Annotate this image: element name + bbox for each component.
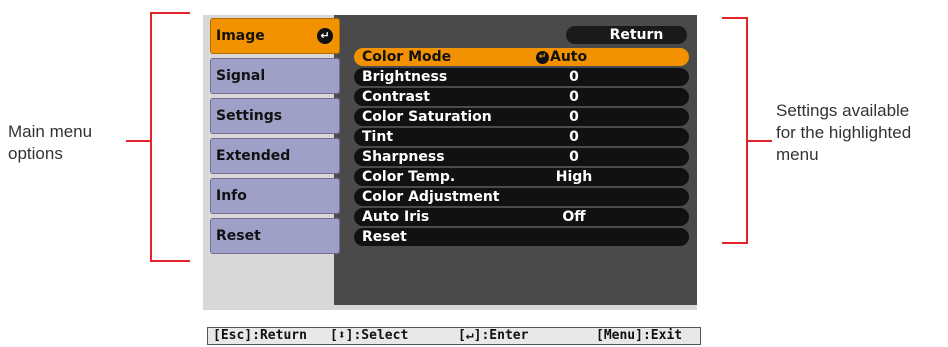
setting-label: Brightness xyxy=(362,69,448,85)
setting-value: 0 xyxy=(569,69,579,85)
setting-row-color-adjustment[interactable]: Color Adjustment xyxy=(354,188,689,206)
help-select: [⬍]:Select xyxy=(330,328,409,343)
main-menu-label: Signal xyxy=(216,68,266,84)
main-menu-label: Extended xyxy=(216,148,291,164)
setting-row-sharpness[interactable]: Sharpness 0 xyxy=(354,148,689,166)
setting-value: 0 xyxy=(569,129,579,145)
main-menu-item-signal[interactable]: Signal xyxy=(210,58,340,94)
right-bracket-top xyxy=(722,17,748,19)
setting-row-brightness[interactable]: Brightness 0 xyxy=(354,68,689,86)
setting-label: Color Temp. xyxy=(362,169,456,185)
main-menu-item-reset[interactable]: Reset xyxy=(210,218,340,254)
enter-icon: ↵ xyxy=(536,50,549,64)
enter-icon: ↵ xyxy=(317,28,333,44)
left-bracket-connector xyxy=(126,140,152,142)
help-exit: [Menu]:Exit xyxy=(596,328,683,343)
annotation-line: options xyxy=(8,144,63,163)
setting-label: Color Adjustment xyxy=(362,189,500,205)
settings-annotation: Settings available for the highlighted m… xyxy=(776,100,911,166)
main-menu-item-image[interactable]: Image ↵ xyxy=(210,18,340,54)
annotation-line: Settings available xyxy=(776,101,910,120)
setting-label: Color Mode xyxy=(362,49,452,65)
setting-label: Contrast xyxy=(362,89,430,105)
main-menu-item-extended[interactable]: Extended xyxy=(210,138,340,174)
setting-label: Color Saturation xyxy=(362,109,492,125)
setting-value: High xyxy=(555,169,593,185)
annotation-line: for the highlighted xyxy=(776,123,912,142)
annotation-line: menu xyxy=(776,145,819,164)
help-return: [Esc]:Return xyxy=(213,328,307,343)
setting-row-color-temp[interactable]: Color Temp. High xyxy=(354,168,689,186)
setting-value: Off xyxy=(562,209,586,225)
setting-row-color-mode[interactable]: Color Mode ↵ Auto xyxy=(354,48,689,66)
setting-row-tint[interactable]: Tint 0 xyxy=(354,128,689,146)
setting-row-reset[interactable]: Reset xyxy=(354,228,689,246)
setting-value: 0 xyxy=(569,109,579,125)
setting-label: Sharpness xyxy=(362,149,445,165)
main-menu-item-settings[interactable]: Settings xyxy=(210,98,340,134)
help-bar: [Esc]:Return [⬍]:Select [↵]:Enter [Menu]… xyxy=(207,327,701,345)
main-menu-label: Reset xyxy=(216,228,261,244)
setting-label: Tint xyxy=(362,129,394,145)
setting-label: Reset xyxy=(362,229,407,245)
right-bracket-bottom xyxy=(722,242,748,244)
right-bracket-vertical xyxy=(746,17,748,244)
setting-value: 0 xyxy=(569,89,579,105)
main-menu-annotation: Main menu options xyxy=(8,121,92,165)
help-enter: [↵]:Enter xyxy=(458,328,529,343)
left-bracket-top xyxy=(150,12,190,14)
main-menu-label: Settings xyxy=(216,108,283,124)
setting-row-color-saturation[interactable]: Color Saturation 0 xyxy=(354,108,689,126)
annotation-line: Main menu xyxy=(8,122,93,141)
left-bracket-vertical xyxy=(150,12,152,262)
right-bracket-connector xyxy=(746,140,772,142)
setting-value: Auto xyxy=(550,49,588,65)
main-menu-item-info[interactable]: Info xyxy=(210,178,340,214)
setting-value: 0 xyxy=(569,149,579,165)
setting-row-auto-iris[interactable]: Auto Iris Off xyxy=(354,208,689,226)
main-menu-label: Info xyxy=(216,188,247,204)
main-menu-label: Image xyxy=(216,28,265,44)
return-button[interactable]: Return xyxy=(566,26,687,44)
setting-label: Auto Iris xyxy=(362,209,430,225)
left-bracket-bottom xyxy=(150,260,190,262)
setting-row-contrast[interactable]: Contrast 0 xyxy=(354,88,689,106)
